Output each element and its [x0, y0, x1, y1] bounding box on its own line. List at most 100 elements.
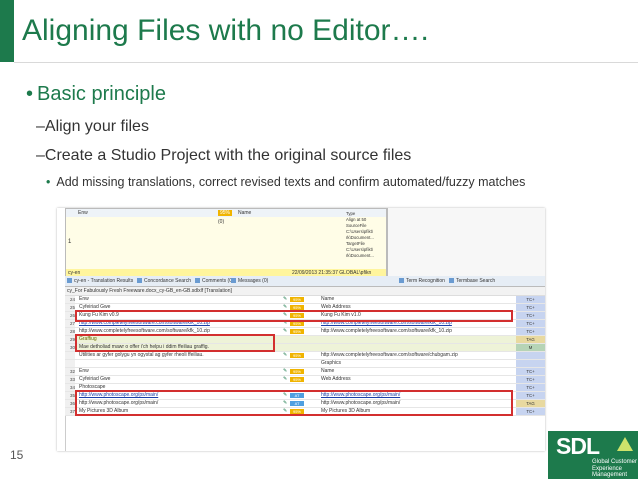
segment-source: Utilities ar gyfer golygu yn ogystal ag … [79, 352, 204, 358]
segment-number: 27 [65, 320, 75, 327]
segment-badge: TC+ [516, 296, 545, 303]
translation-memory-panel: Enw 95% Name (0) 1 Type Align at 50 Sour… [65, 208, 387, 278]
tab-messages[interactable]: Messages (0) [231, 278, 268, 284]
concordance-icon [137, 278, 142, 283]
segment-number [65, 360, 75, 367]
tab-label: Term Recognition [406, 278, 445, 284]
segment-badge: TC+ [516, 312, 545, 319]
bullet-sub-3-text: Add missing translations, correct revise… [56, 175, 526, 189]
segment-badge: TC+ [516, 368, 545, 375]
segment-row[interactable]: Utilities ar gyfer golygu yn ogystal ag … [65, 352, 545, 360]
title-divider [14, 62, 638, 63]
tab-concordance-search[interactable]: Concordance Search [137, 278, 191, 284]
segment-target[interactable]: http://www.completelyfreesoftware.com/so… [321, 352, 505, 359]
bullet-main: • Basic principle [26, 83, 166, 106]
logo-tagline-2: Experience Management [592, 466, 628, 478]
segment-number: 26 [65, 312, 75, 319]
tab-label: Messages (0) [238, 278, 269, 284]
tm-row-number: 1 [68, 239, 72, 245]
segment-number: 33 [65, 376, 75, 383]
termbase-search-icon [449, 278, 454, 283]
tab-label: Termbase Search [456, 278, 496, 284]
highlight-box [75, 334, 275, 352]
segment-number: 24 [65, 296, 75, 303]
segment-target[interactable]: http://www.completelyfreesoftware.com/so… [321, 328, 505, 335]
segment-badge: TC+ [516, 304, 545, 311]
segment-number: 35 [65, 392, 75, 399]
segment-number: 36 [65, 400, 75, 407]
segment-badge [516, 360, 545, 367]
segment-row[interactable]: 33 Cyfeiriad Gwe ✎ 95% Web Address TC+ [65, 376, 545, 384]
results-tab-bar: cy-en - Translation Results Concordance … [65, 276, 545, 287]
segment-badge: TC+ [516, 408, 545, 415]
segment-number [65, 352, 75, 359]
segment-badge: TAG [516, 400, 545, 407]
segment-target[interactable]: Name [321, 368, 505, 375]
segment-number: 32 [65, 368, 75, 375]
messages-icon [231, 278, 236, 283]
segment-target[interactable]: Name [321, 296, 505, 303]
bullet-sub-3: • Add missing translations, correct revis… [46, 175, 525, 189]
tab-translation-results[interactable]: cy-en - Translation Results [67, 278, 133, 284]
segment-row[interactable]: Graphics [65, 360, 545, 368]
tm-source: Enw [78, 210, 88, 216]
tab-label: cy-en - Translation Results [74, 278, 134, 284]
segment-row[interactable]: 24 Enw ✎ 95% Name TC+ [65, 296, 545, 304]
segment-number: 29 [65, 336, 75, 343]
segment-status: 95% [290, 329, 304, 334]
segment-source: Enw [79, 368, 89, 374]
slide-title: Aligning Files with no Editor…. [22, 14, 429, 47]
segment-status: 95% [290, 353, 304, 358]
segment-number: 25 [65, 304, 75, 311]
segment-status: 95% [290, 297, 304, 302]
pencil-icon: ✎ [283, 352, 288, 358]
segment-badge: TC+ [516, 320, 545, 327]
bullet-main-text: Basic principle [37, 83, 166, 105]
page-number: 15 [10, 448, 24, 462]
term-recognition-icon [399, 278, 404, 283]
segment-badge: TC+ [516, 328, 545, 335]
segment-row[interactable]: 32 Enw ✎ 95% Name TC+ [65, 368, 545, 376]
tm-source-row: (0) [218, 219, 225, 225]
logo-tagline-1: Global Customer [592, 459, 638, 465]
tab-comments[interactable]: Comments (0) [195, 278, 234, 284]
segment-badge: TC+ [516, 376, 545, 383]
translation-results-icon [67, 278, 72, 283]
document-title: cy_For Fabulously Fresh Freeware.docx_cy… [67, 288, 232, 294]
segment-number: 28 [65, 328, 75, 335]
bullet-sub-2: –Create a Studio Project with the origin… [36, 147, 412, 164]
top-bar [0, 0, 638, 6]
tm-match-percent: 95% [218, 210, 233, 216]
segment-source: Cyfeiriad Gwe [79, 376, 111, 382]
segment-target[interactable]: Web Address [321, 376, 505, 383]
logo-triangle-icon [617, 437, 633, 451]
document-tab[interactable]: cy_For Fabulously Fresh Freeware.docx_cy… [65, 287, 545, 296]
tm-meta-line: rk\Document... [346, 253, 374, 258]
bullet-sub-1: –Align your files [36, 118, 149, 135]
segment-number: 30 [65, 344, 75, 351]
segment-badge: TC+ [516, 384, 545, 391]
pencil-icon: ✎ [283, 328, 288, 334]
highlight-box [75, 310, 513, 322]
tm-target-header: Name [238, 210, 252, 216]
pencil-icon: ✎ [283, 296, 288, 302]
pencil-icon: ✎ [283, 368, 288, 374]
segment-source: Enw [79, 296, 89, 302]
comments-icon [195, 278, 200, 283]
logo-brand: SDL [556, 433, 600, 459]
tab-label: Concordance Search [144, 278, 191, 284]
sdl-logo: SDL Global Customer Experience Managemen… [548, 431, 638, 479]
segment-badge: TC+ [516, 392, 545, 399]
title-accent-bar [0, 0, 14, 62]
editor-screenshot: Enw 95% Name (0) 1 Type Align at 50 Sour… [57, 208, 545, 451]
segment-number: 37 [65, 408, 75, 415]
right-panel [387, 208, 545, 276]
segment-target[interactable]: Graphics [321, 360, 505, 367]
bullet-dot-icon: • [46, 175, 51, 189]
bullet-dot-icon: • [26, 83, 34, 105]
tab-termbase-search[interactable]: Termbase Search [449, 278, 495, 284]
segment-badge: TAG [516, 336, 545, 343]
segment-badge [516, 352, 545, 359]
highlight-box [75, 390, 513, 416]
tab-term-recognition[interactable]: Term Recognition [399, 278, 445, 284]
